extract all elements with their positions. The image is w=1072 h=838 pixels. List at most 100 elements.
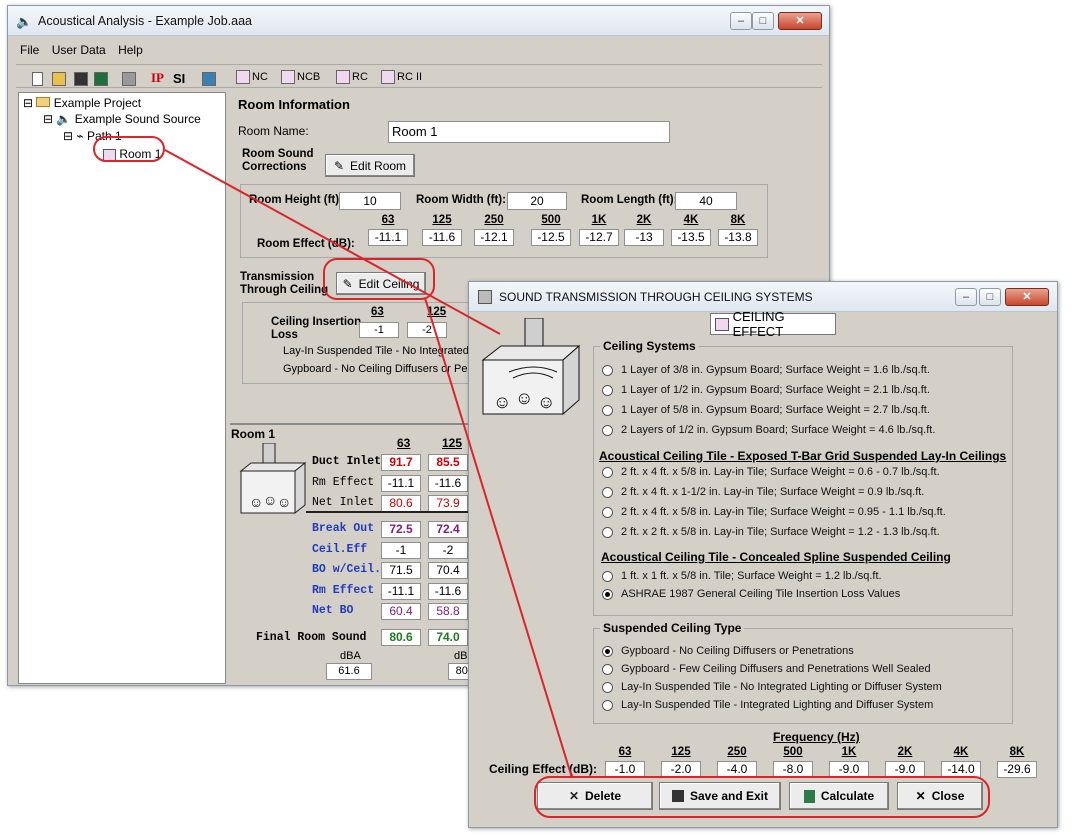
radio-option[interactable]: Gypboard - No Ceiling Diffusers or Penet… bbox=[602, 645, 854, 657]
print-icon[interactable] bbox=[122, 68, 136, 90]
radio-option[interactable]: 2 ft. x 4 ft. x 5/8 in. Lay-in Tile; Sur… bbox=[602, 466, 940, 478]
summary-value: 58.8 bbox=[428, 603, 468, 620]
summary-row-label: Net Inlet bbox=[312, 496, 375, 509]
room-height-input[interactable]: 10 bbox=[339, 192, 401, 210]
summary-row-label: Rm Effect bbox=[312, 584, 375, 597]
frequency-label: Frequency (Hz) bbox=[773, 730, 860, 744]
room-width-input[interactable]: 20 bbox=[507, 192, 567, 210]
radio-icon bbox=[602, 466, 613, 478]
radio-label: ASHRAE 1987 General Ceiling Tile Inserti… bbox=[621, 588, 901, 600]
radio-option[interactable]: ASHRAE 1987 General Ceiling Tile Inserti… bbox=[602, 588, 900, 600]
tree-item-project[interactable]: ⊟ Example Project bbox=[23, 96, 141, 110]
save-all-icon[interactable] bbox=[94, 68, 108, 90]
radio-icon bbox=[602, 364, 613, 376]
suspended-title: Suspended Ceiling Type bbox=[600, 621, 745, 635]
room-summary-panel: Room 1 ☺ ☺ ☺ 63 125 Duct Inlet 91.7 85.5 Rm E… bbox=[230, 423, 478, 685]
si-units-button[interactable]: SI bbox=[173, 67, 185, 89]
edit-room-button[interactable]: ✎ Edit Room bbox=[325, 154, 415, 177]
room-info-heading: Room Information bbox=[238, 97, 350, 112]
radio-label: Lay-In Suspended Tile - Integrated Light… bbox=[621, 699, 934, 711]
summary-row-label: Duct Inlet bbox=[312, 455, 382, 468]
path-icon: ⌁ bbox=[76, 129, 84, 143]
radio-option[interactable]: 1 Layer of 1/2 in. Gypsum Board; Surface… bbox=[602, 384, 930, 396]
radio-label: 2 ft. x 2 ft. x 5/8 in. Lay-in Tile; Sur… bbox=[621, 526, 940, 538]
ceiling-systems-title: Ceiling Systems bbox=[600, 339, 699, 353]
ceiling-effect-tab[interactable]: CEILING EFFECT bbox=[710, 309, 836, 339]
dialog-title: SOUND TRANSMISSION THROUGH CEILING SYSTE… bbox=[499, 290, 813, 304]
speaker-icon: 🔈 bbox=[56, 112, 72, 126]
toolbar: IP SI NC NCB RC RC II bbox=[16, 64, 822, 88]
tbar-heading: Acoustical Ceiling Tile - Exposed T-Bar … bbox=[599, 449, 1007, 463]
radio-icon bbox=[602, 404, 613, 416]
insertion-value: -1 bbox=[359, 322, 399, 338]
radio-option[interactable]: 2 ft. x 4 ft. x 5/8 in. Lay-in Tile; Sur… bbox=[602, 506, 946, 518]
rc2-chart-button[interactable]: RC II bbox=[381, 66, 422, 88]
radio-option[interactable]: 2 Layers of 1/2 in. Gypsum Board; Surfac… bbox=[602, 424, 935, 436]
svg-text:☺: ☺ bbox=[537, 392, 555, 412]
radio-option[interactable]: Gypboard - Few Ceiling Diffusers and Pen… bbox=[602, 663, 931, 675]
band-label: 250 bbox=[727, 746, 747, 758]
ncb-chart-button[interactable]: NCB bbox=[281, 66, 320, 88]
dialog-close-button[interactable]: ✕ bbox=[1005, 288, 1049, 306]
radio-option[interactable]: 1 Layer of 3/8 in. Gypsum Board; Surface… bbox=[602, 364, 930, 376]
close-window-button[interactable]: ✕ bbox=[778, 12, 822, 30]
ceiling-note: Gypboard - No Ceiling Diffusers or Pene bbox=[283, 363, 480, 375]
menu-help[interactable]: Help bbox=[118, 43, 143, 57]
room-length-label: Room Length (ft): bbox=[581, 194, 678, 206]
band-label: 1K bbox=[841, 746, 857, 758]
speaker-app-icon: 🔈 bbox=[16, 14, 33, 29]
band-label: 125 bbox=[442, 436, 463, 450]
tree-item-source[interactable]: ⊟ 🔈 Example Sound Source bbox=[43, 112, 201, 126]
menu-file[interactable]: File bbox=[20, 43, 39, 57]
highlight-room-node bbox=[93, 136, 165, 162]
radio-option[interactable]: 2 ft. x 4 ft. x 1-1/2 in. Lay-in Tile; S… bbox=[602, 486, 924, 498]
new-file-icon[interactable] bbox=[32, 68, 43, 90]
radio-icon bbox=[602, 486, 613, 498]
room-effect-value: -13 bbox=[624, 229, 664, 246]
radio-label: 2 ft. x 4 ft. x 5/8 in. Lay-in Tile; Sur… bbox=[621, 466, 940, 478]
band-label: 125 bbox=[671, 746, 691, 758]
ceiling-effect-value: -29.6 bbox=[997, 761, 1037, 778]
summary-value: -11.1 bbox=[381, 583, 421, 600]
summary-value: 72.5 bbox=[381, 521, 421, 538]
radio-icon bbox=[602, 663, 613, 675]
calculator-app-icon bbox=[478, 290, 492, 304]
calculator-icon[interactable] bbox=[202, 68, 216, 90]
dialog-maximize-button[interactable]: □ bbox=[979, 288, 1001, 306]
radio-option[interactable]: Lay-In Suspended Tile - Integrated Light… bbox=[602, 699, 933, 711]
menu-user-data[interactable]: User Data bbox=[52, 43, 106, 57]
chart-icon bbox=[381, 70, 395, 84]
room-width-label: Room Width (ft): bbox=[416, 194, 506, 206]
radio-option[interactable]: 2 ft. x 2 ft. x 5/8 in. Lay-in Tile; Sur… bbox=[602, 526, 940, 538]
save-icon[interactable] bbox=[74, 68, 88, 90]
chart-icon bbox=[281, 70, 295, 84]
open-folder-icon[interactable] bbox=[52, 68, 66, 90]
band-label: 2K bbox=[636, 214, 652, 226]
room-diagram-icon: ☺ ☺ ☺ bbox=[239, 443, 307, 515]
dialog-minimize-button[interactable]: – bbox=[955, 288, 977, 306]
final-value: 74.0 bbox=[428, 629, 468, 646]
rc-chart-button[interactable]: RC bbox=[336, 66, 368, 88]
room-effect-value: -12.5 bbox=[531, 229, 571, 246]
room-length-input[interactable]: 40 bbox=[675, 192, 737, 210]
minimize-button[interactable]: – bbox=[730, 12, 752, 30]
radio-option[interactable]: 1 ft. x 1 ft. x 5/8 in. Tile; Surface We… bbox=[602, 570, 882, 582]
radio-option[interactable]: Lay-In Suspended Tile - No Integrated Li… bbox=[602, 681, 942, 693]
dialog-titlebar: SOUND TRANSMISSION THROUGH CEILING SYSTE… bbox=[469, 282, 1057, 312]
summary-row-label: Rm Effect bbox=[312, 476, 375, 489]
insertion-value: -2 bbox=[407, 322, 447, 338]
ceiling-systems-group: Ceiling Systems 1 Layer of 3/8 in. Gypsu… bbox=[593, 339, 1013, 616]
band-label: 125 bbox=[432, 214, 452, 226]
radio-icon bbox=[602, 681, 613, 693]
radio-icon bbox=[602, 384, 613, 396]
maximize-button[interactable]: □ bbox=[752, 12, 774, 30]
radio-icon bbox=[602, 526, 613, 538]
room-name-input[interactable]: Room 1 bbox=[388, 121, 670, 143]
nc-chart-button[interactable]: NC bbox=[236, 66, 268, 88]
radio-option[interactable]: 1 Layer of 5/8 in. Gypsum Board; Surface… bbox=[602, 404, 930, 416]
radio-icon bbox=[602, 506, 613, 518]
ip-units-button[interactable]: IP bbox=[151, 67, 164, 89]
band-label: 500 bbox=[541, 214, 561, 226]
ceiling-insertion-label: Ceiling Insertion Loss bbox=[271, 316, 362, 341]
band-label: 63 bbox=[397, 436, 411, 450]
